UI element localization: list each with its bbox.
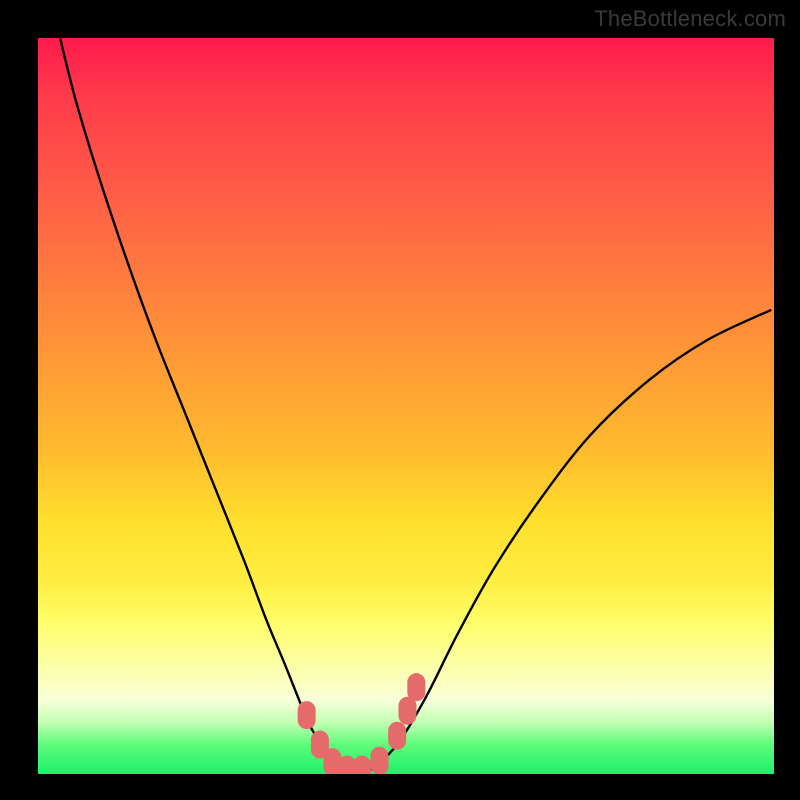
chart-overlay-svg <box>38 38 774 774</box>
highlight-marker <box>388 722 406 750</box>
highlight-marker <box>353 756 371 774</box>
highlight-marker <box>371 747 389 774</box>
highlight-marker <box>407 673 425 701</box>
chart-plot-area <box>38 38 774 774</box>
watermark-text: TheBottleneck.com <box>594 6 786 32</box>
highlight-markers <box>298 673 426 774</box>
highlight-marker <box>398 697 416 725</box>
bottleneck-curve <box>60 38 770 772</box>
chart-frame: TheBottleneck.com <box>0 0 800 800</box>
highlight-marker <box>298 701 316 729</box>
